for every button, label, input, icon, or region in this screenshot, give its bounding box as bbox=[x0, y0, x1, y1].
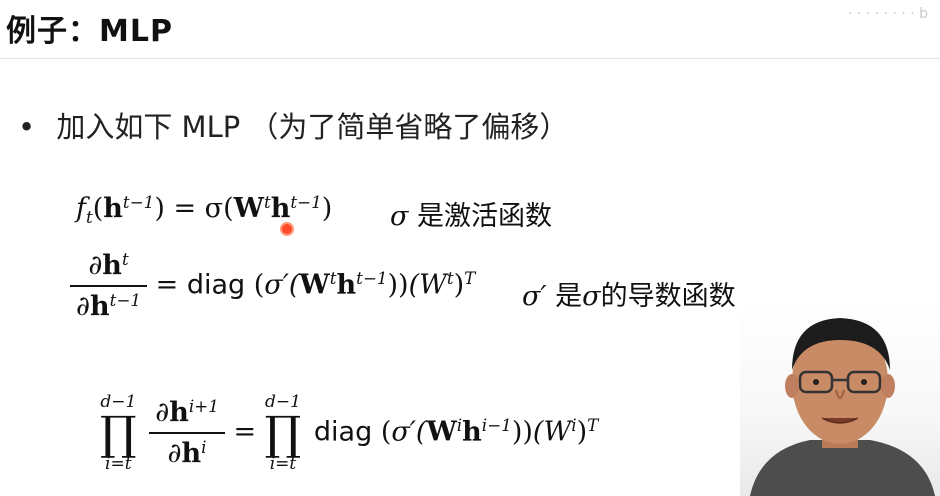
eq3-den-sup: i bbox=[201, 436, 207, 457]
eq3-W2-sup: i bbox=[571, 415, 577, 436]
eq2-equals: = bbox=[155, 269, 179, 301]
eq1-equals: ) = σ( bbox=[154, 193, 234, 224]
eq2-W2-sup: t bbox=[446, 268, 454, 289]
eq1-W-sup: t bbox=[263, 191, 271, 212]
note2-text1: 是 bbox=[555, 281, 583, 312]
eq3-prod2-symbol: ∏ bbox=[264, 406, 302, 460]
eq3-prod-lower: i=t bbox=[105, 454, 132, 474]
eq2-open: ( bbox=[253, 269, 265, 301]
eq3-diag: diag bbox=[313, 416, 373, 448]
eq2-diag: diag bbox=[186, 269, 246, 301]
eq2-sigma-prime: σ′( bbox=[264, 269, 300, 301]
eq3-product-left: d−1 ∏ i=t bbox=[100, 392, 137, 474]
eq3-num-partial: ∂ bbox=[155, 397, 170, 428]
eq3-num-sup: i+1 bbox=[188, 395, 219, 416]
eq1-W: W bbox=[233, 193, 264, 224]
eq3-sigma-prime: σ′( bbox=[391, 416, 427, 448]
note-derivative: σ′ 是σ的导数函数 bbox=[522, 274, 736, 313]
eq2-num-h: h bbox=[102, 250, 122, 281]
note2-text2: 的导数函数 bbox=[600, 281, 736, 312]
eq2-h: h bbox=[336, 269, 357, 301]
eq3-W2-close: ) bbox=[576, 416, 588, 448]
eq1-h2: h bbox=[270, 193, 291, 224]
bullet-dot-icon: • bbox=[18, 110, 36, 144]
bullet-text: 加入如下 MLP （为了简单省略了偏移） bbox=[56, 110, 569, 144]
eq3-h-sup: i−1 bbox=[481, 415, 512, 436]
eq2-den-sup: t−1 bbox=[109, 289, 142, 310]
eq3-num-h: h bbox=[169, 397, 189, 428]
eq3-open: ( bbox=[380, 416, 392, 448]
eq3-prod-symbol: ∏ bbox=[100, 406, 137, 460]
eq3-fraction: ∂hi+1 ∂hi bbox=[149, 395, 225, 469]
eq1-h2-sup: t−1 bbox=[290, 191, 322, 212]
note2-sigma-prime: σ′ bbox=[522, 281, 547, 312]
note2-sigma: σ bbox=[582, 281, 601, 312]
eq2-den-partial: ∂ bbox=[76, 291, 90, 322]
eq3-W-sup: i bbox=[456, 415, 463, 436]
eq1-close: ) bbox=[321, 193, 333, 224]
note1-sigma: σ bbox=[390, 201, 409, 232]
equation-product: d−1 ∏ i=t ∂hi+1 ∂hi = d−1 ∏ i=t diag (σ′… bbox=[100, 392, 598, 474]
eq1-f: f bbox=[76, 193, 86, 224]
watermark-logo: · · · · · · · · b bbox=[847, 6, 928, 22]
eq2-num-sup: t bbox=[121, 248, 129, 269]
eq3-W: W bbox=[426, 416, 457, 448]
presenter-video bbox=[740, 300, 940, 496]
eq3-W2: (W bbox=[532, 416, 572, 448]
note-activation: σ 是激活函数 bbox=[390, 194, 552, 233]
eq3-T: T bbox=[587, 415, 599, 436]
eq1-f-sub: t bbox=[86, 206, 93, 227]
eq2-W: W bbox=[299, 269, 330, 301]
eq3-h: h bbox=[462, 416, 482, 448]
eq2-num-partial: ∂ bbox=[88, 250, 103, 281]
eq2-T: T bbox=[464, 268, 476, 289]
eq1-h: h bbox=[103, 193, 123, 224]
eq2-inner-close: )) bbox=[387, 269, 409, 301]
title-divider bbox=[0, 58, 940, 59]
eq3-den-h: h bbox=[181, 438, 202, 469]
eq2-W-sup: t bbox=[329, 268, 337, 289]
note1-text: 是激活函数 bbox=[417, 201, 553, 232]
presenter-portrait-icon bbox=[750, 318, 935, 496]
eq3-product-right: d−1 ∏ i=t bbox=[265, 392, 302, 474]
eq2-W2: (W bbox=[408, 269, 447, 301]
eq3-prod2-lower: i=t bbox=[269, 454, 297, 474]
eq1-h-sup: t−1 bbox=[122, 191, 155, 212]
bullet-item: • 加入如下 MLP （为了简单省略了偏移） bbox=[18, 104, 568, 146]
eq3-den-partial: ∂ bbox=[167, 438, 182, 469]
eq2-W2-close: ) bbox=[453, 269, 465, 301]
pointer-dot-icon bbox=[280, 222, 294, 236]
slide-title: 例子：MLP bbox=[6, 14, 173, 49]
eq2-fraction: ∂ht ∂ht−1 bbox=[70, 248, 148, 322]
eq2-h-sup: t−1 bbox=[356, 268, 388, 289]
equation-forward: ft(ht−1) = σ(Wtht−1) bbox=[76, 191, 333, 227]
equation-jacobian: ∂ht ∂ht−1 = diag (σ′(Wtht−1))(Wt)T bbox=[70, 248, 476, 322]
eq3-inner-close: )) bbox=[511, 416, 533, 448]
eq2-den-h: h bbox=[89, 291, 110, 322]
eq3-equals: = bbox=[233, 416, 257, 448]
eq1-open: ( bbox=[92, 193, 104, 224]
